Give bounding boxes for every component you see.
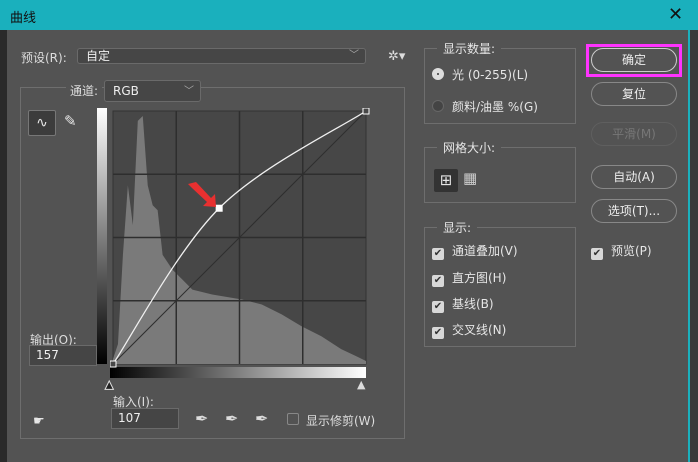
checkbox-label: 通道叠加(V) [452, 244, 518, 258]
preset-select[interactable]: 自定 ﹀ [77, 48, 366, 64]
detailed-grid-button[interactable]: ▦ [463, 169, 477, 187]
check-icon: ✔ [432, 327, 444, 339]
radio-label: 光 (0-255)(L) [452, 68, 529, 82]
show-clipping-label: 显示修剪(W) [306, 414, 376, 428]
black-point-slider[interactable]: ▲ [104, 378, 114, 392]
red-arrow-annotation [188, 182, 216, 207]
preset-label: 预设(R): [21, 51, 67, 65]
radio-light[interactable]: 光 (0-255)(L) [432, 66, 528, 83]
curve-graph[interactable] [110, 108, 370, 368]
output-field[interactable]: 157 [29, 345, 97, 366]
input-field[interactable]: 107 [111, 408, 179, 429]
channel-value: RGB [113, 84, 139, 98]
background-image [0, 30, 7, 462]
input-gradient-bar [110, 367, 366, 378]
gear-icon[interactable]: ✲▾ [388, 49, 405, 64]
curve-point[interactable] [110, 360, 117, 368]
show-title: 显示: [437, 219, 478, 236]
title-bar[interactable] [0, 0, 698, 30]
channel-label: 通道: [66, 82, 103, 99]
baseline-checkbox[interactable]: ✔ 基线(B) [432, 295, 494, 313]
pencil-icon[interactable]: ✎ [64, 112, 77, 130]
preview-label: 预览(P) [611, 244, 652, 258]
ok-button[interactable]: 确定 [591, 48, 677, 72]
radio-pigment[interactable]: 颜料/油墨 %(G) [432, 98, 538, 115]
simple-grid-button[interactable]: ⊞ [434, 169, 458, 192]
histogram-checkbox[interactable]: ✔ 直方图(H) [432, 269, 506, 287]
smooth-button[interactable]: 平滑(M) [591, 122, 677, 146]
channel-select[interactable]: RGB ﹀ [104, 80, 201, 102]
display-amount-title: 显示数量: [437, 40, 502, 57]
window-border [688, 30, 698, 462]
preset-value: 自定 [86, 49, 111, 63]
radio-label: 颜料/油墨 %(G) [452, 100, 538, 114]
curve-tool-button[interactable]: ∿ [28, 110, 56, 136]
check-icon: ✔ [432, 301, 444, 313]
hand-adjust-icon[interactable]: ☛ [33, 414, 45, 429]
radio-selected-icon [432, 68, 444, 80]
close-button[interactable]: ✕ [668, 4, 683, 25]
checkbox-label: 交叉线(N) [452, 323, 507, 337]
white-point-slider[interactable]: ▲ [357, 378, 365, 391]
reset-button[interactable]: 复位 [591, 82, 677, 106]
preview-checkbox[interactable]: ✔ 预览(P) [591, 242, 652, 260]
gray-eyedropper-icon[interactable]: ✒ [225, 409, 238, 428]
checkbox-label: 基线(B) [452, 297, 494, 311]
channel-overlay-checkbox[interactable]: ✔ 通道叠加(V) [432, 242, 518, 260]
intersection-line-checkbox[interactable]: ✔ 交叉线(N) [432, 321, 506, 339]
show-clipping-checkbox[interactable] [287, 413, 299, 425]
check-icon: ✔ [432, 248, 444, 260]
white-eyedropper-icon[interactable]: ✒ [255, 409, 268, 428]
radio-unselected-icon [432, 100, 444, 112]
window-title: 曲线 [10, 11, 37, 26]
auto-button[interactable]: 自动(A) [591, 165, 677, 189]
check-icon: ✔ [432, 275, 444, 287]
check-icon: ✔ [591, 248, 603, 260]
options-button[interactable]: 选项(T)... [591, 199, 677, 223]
grid-size-title: 网格大小: [437, 139, 502, 156]
output-gradient-bar [97, 108, 107, 364]
chevron-down-icon: ﹀ [184, 86, 194, 97]
chevron-down-icon: ﹀ [349, 50, 359, 61]
black-eyedropper-icon[interactable]: ✒ [195, 409, 208, 428]
curve-point[interactable] [362, 108, 370, 115]
checkbox-label: 直方图(H) [452, 271, 507, 285]
